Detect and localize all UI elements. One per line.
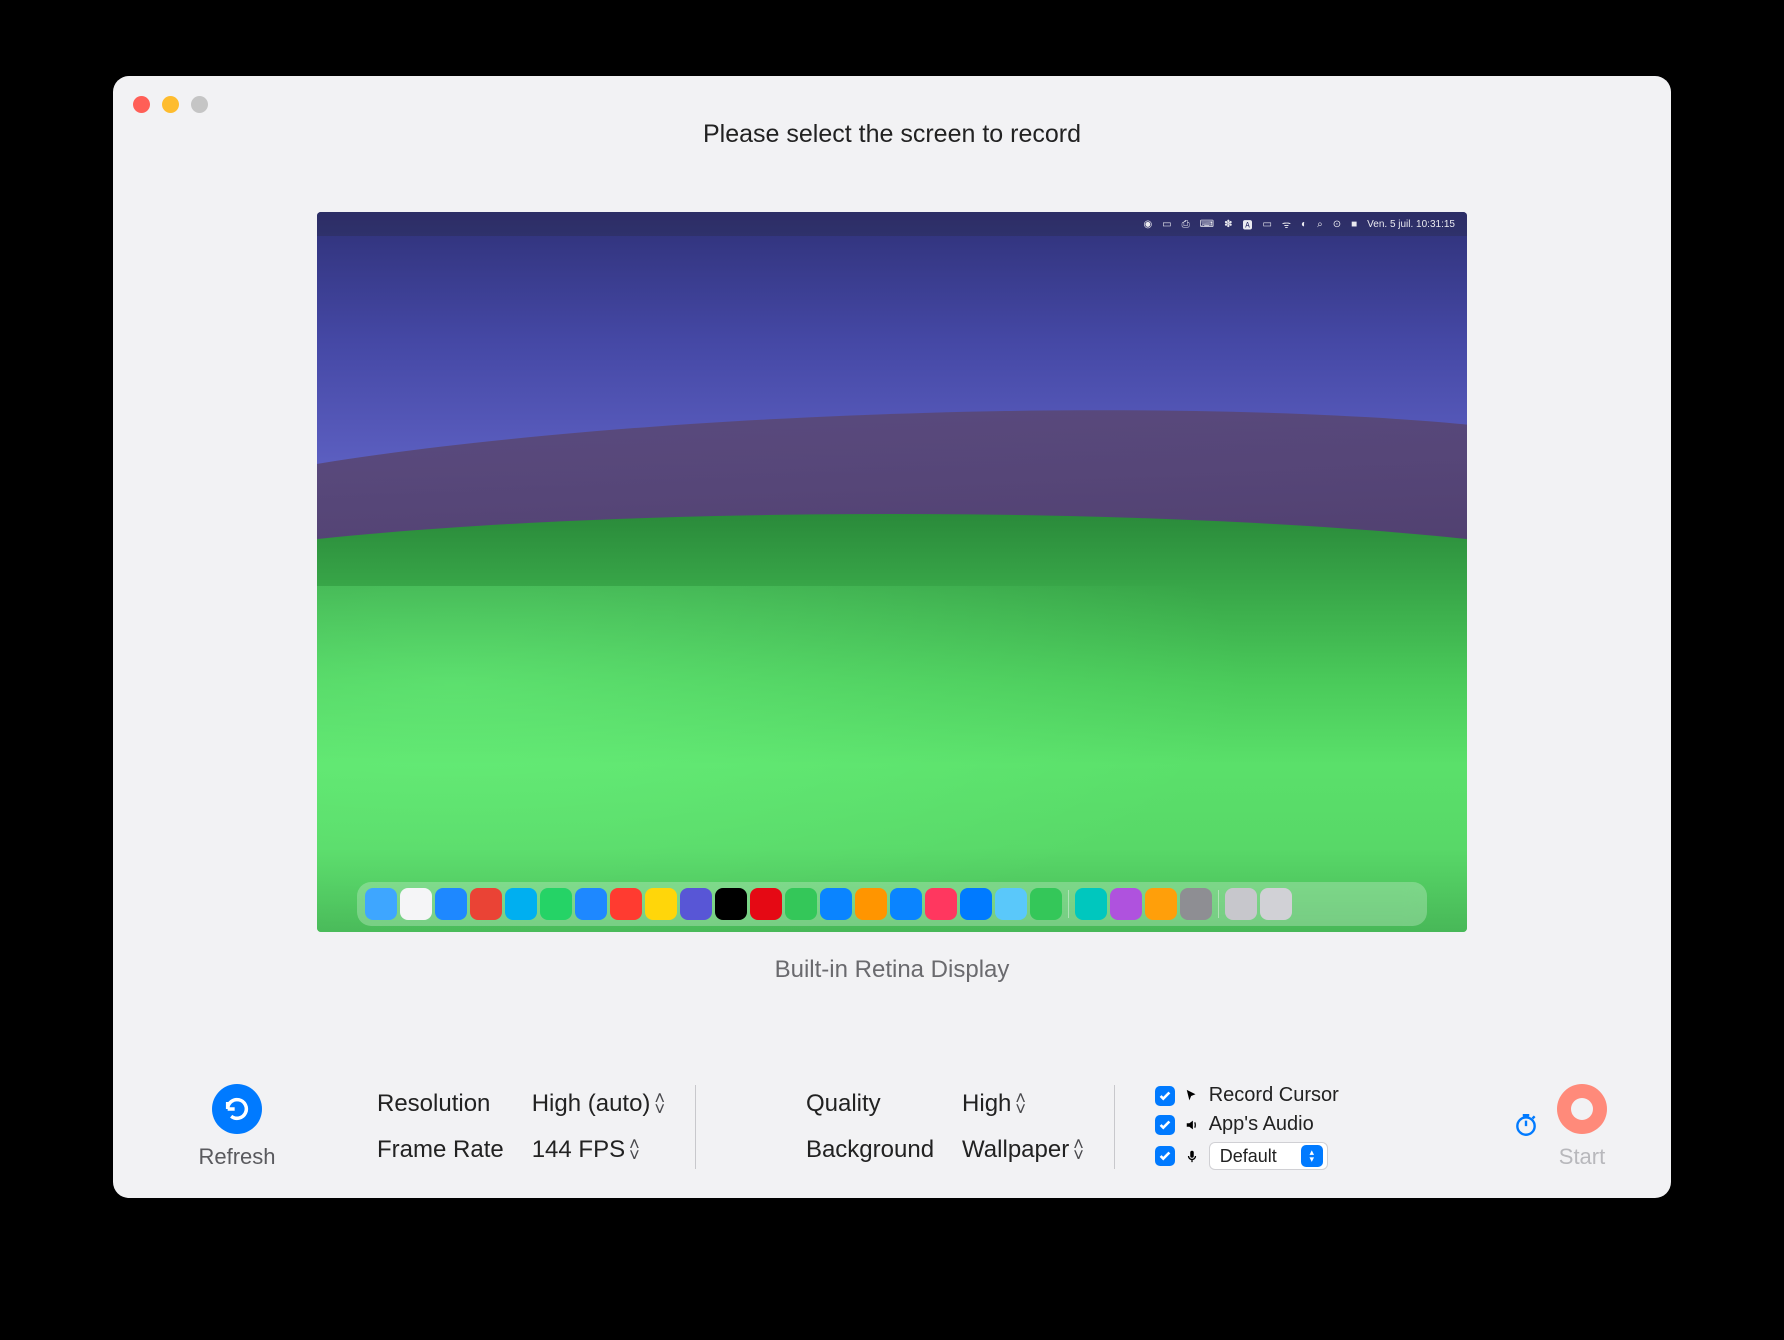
dock-app-icon	[1180, 888, 1212, 920]
minimize-button[interactable]	[162, 96, 179, 113]
chevron-updown-icon: ˄˅	[1073, 1139, 1084, 1161]
dock-app-icon	[750, 888, 782, 920]
right-block: Start	[1513, 1084, 1607, 1170]
dock-app-icon	[1075, 888, 1107, 920]
divider	[695, 1085, 696, 1169]
microphone-checkbox[interactable]	[1155, 1146, 1175, 1166]
refresh-icon	[223, 1095, 251, 1123]
apps-audio-row: App's Audio	[1155, 1113, 1339, 1136]
screen-preview[interactable]: ◉▭⎙⌨✽🅰▭ᯤ◐⌕⊙■ Ven. 5 juil. 10:31:15	[317, 212, 1467, 932]
dock-app-icon	[1110, 888, 1142, 920]
chevron-updown-icon: ˄˅	[629, 1139, 640, 1161]
dock-app-icon	[400, 888, 432, 920]
resolution-value: High (auto)	[532, 1090, 651, 1118]
dock-app-icon	[890, 888, 922, 920]
dock-app-icon	[995, 888, 1027, 920]
cursor-icon	[1183, 1089, 1201, 1103]
dock-app-icon	[505, 888, 537, 920]
background-value: Wallpaper	[962, 1136, 1069, 1164]
preview-menubar: ◉▭⎙⌨✽🅰▭ᯤ◐⌕⊙■ Ven. 5 juil. 10:31:15	[317, 212, 1467, 236]
dock-app-icon	[680, 888, 712, 920]
preview-area: ◉▭⎙⌨✽🅰▭ᯤ◐⌕⊙■ Ven. 5 juil. 10:31:15 Built…	[113, 212, 1671, 984]
start-button[interactable]	[1557, 1084, 1607, 1134]
dock-app-icon	[1260, 888, 1292, 920]
dock-app-icon	[960, 888, 992, 920]
record-cursor-checkbox[interactable]	[1155, 1086, 1175, 1106]
app-window: Please select the screen to record ◉▭⎙⌨✽…	[113, 76, 1671, 1198]
preview-datetime: Ven. 5 juil. 10:31:15	[1367, 219, 1455, 230]
resolution-label: Resolution	[377, 1090, 504, 1118]
settings-grid-right: Quality High ˄˅ Background Wallpaper ˄˅	[806, 1090, 1084, 1164]
dock-app-icon	[1030, 888, 1062, 920]
refresh-label: Refresh	[198, 1144, 275, 1170]
preview-menubar-icons: ◉▭⎙⌨✽🅰▭ᯤ◐⌕⊙■ Ven. 5 juil. 10:31:15	[1143, 217, 1455, 232]
zoom-button[interactable]	[191, 96, 208, 113]
record-cursor-label: Record Cursor	[1209, 1084, 1339, 1107]
background-label: Background	[806, 1136, 934, 1164]
dock-app-icon	[820, 888, 852, 920]
record-icon	[1571, 1098, 1593, 1120]
dock-app-icon	[575, 888, 607, 920]
checks-block: Record Cursor App's Audio Default ▴▾	[1155, 1084, 1339, 1170]
window-title: Please select the screen to record	[113, 120, 1671, 149]
dock-app-icon	[365, 888, 397, 920]
start-label: Start	[1559, 1144, 1605, 1170]
record-cursor-row: Record Cursor	[1155, 1084, 1339, 1107]
dock-app-icon	[1145, 888, 1177, 920]
dock-app-icon	[610, 888, 642, 920]
microphone-select[interactable]: Default ▴▾	[1209, 1142, 1328, 1170]
refresh-block: Refresh	[177, 1084, 297, 1170]
traffic-lights	[133, 96, 208, 113]
framerate-label: Frame Rate	[377, 1136, 504, 1164]
dock-app-icon	[1225, 888, 1257, 920]
framerate-selector[interactable]: 144 FPS ˄˅	[532, 1136, 665, 1164]
framerate-value: 144 FPS	[532, 1136, 625, 1164]
dock-app-icon	[855, 888, 887, 920]
microphone-row: Default ▴▾	[1155, 1142, 1339, 1170]
microphone-selected: Default	[1220, 1146, 1277, 1167]
start-block: Start	[1557, 1084, 1607, 1170]
timer-button[interactable]	[1513, 1112, 1539, 1143]
dock-app-icon	[435, 888, 467, 920]
dock-app-icon	[645, 888, 677, 920]
apps-audio-checkbox[interactable]	[1155, 1115, 1175, 1135]
background-selector[interactable]: Wallpaper ˄˅	[962, 1136, 1084, 1164]
refresh-button[interactable]	[212, 1084, 262, 1134]
display-name: Built-in Retina Display	[775, 956, 1010, 984]
quality-selector[interactable]: High ˄˅	[962, 1090, 1084, 1118]
quality-value: High	[962, 1090, 1011, 1118]
dock-app-icon	[925, 888, 957, 920]
resolution-selector[interactable]: High (auto) ˄˅	[532, 1090, 665, 1118]
microphone-icon	[1183, 1149, 1201, 1163]
close-button[interactable]	[133, 96, 150, 113]
dock-app-icon	[715, 888, 747, 920]
dock-app-icon	[785, 888, 817, 920]
controls-bar: Refresh Resolution High (auto) ˄˅ Frame …	[113, 1084, 1671, 1170]
chevron-updown-icon: ˄˅	[654, 1093, 665, 1115]
chevron-updown-icon: ˄˅	[1015, 1093, 1026, 1115]
quality-label: Quality	[806, 1090, 934, 1118]
preview-dock	[357, 882, 1427, 926]
speaker-icon	[1183, 1118, 1201, 1132]
titlebar: Please select the screen to record	[113, 76, 1671, 132]
chevron-updown-icon: ▴▾	[1301, 1145, 1323, 1167]
apps-audio-label: App's Audio	[1209, 1113, 1314, 1136]
settings-grid-left: Resolution High (auto) ˄˅ Frame Rate 144…	[377, 1090, 665, 1164]
divider	[1114, 1085, 1115, 1169]
dock-app-icon	[470, 888, 502, 920]
dock-app-icon	[540, 888, 572, 920]
